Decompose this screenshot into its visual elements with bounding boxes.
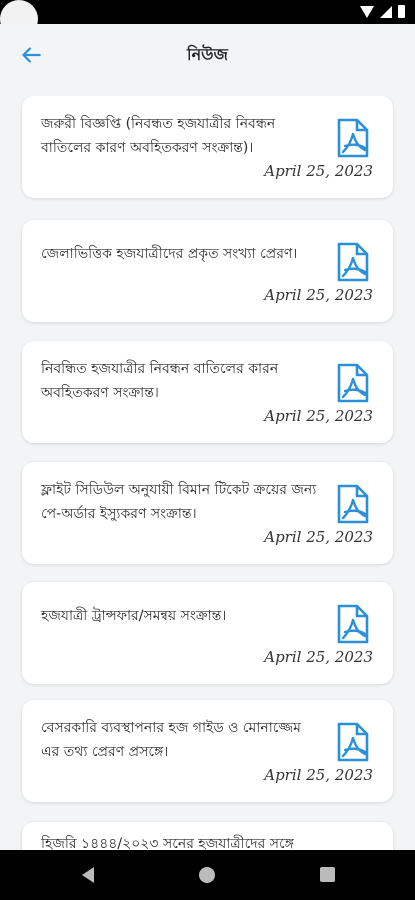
news-date: April 25, 2023 xyxy=(264,648,373,666)
news-title: ফ্লাইট সিডিউল অনুযায়ী বিমান টিকেট ক্রয়… xyxy=(41,482,317,522)
pdf-file-icon[interactable] xyxy=(333,361,373,405)
news-title: নিবন্ধিত হজযাত্রীর নিবন্ধন বাতিলের কারন … xyxy=(41,361,279,401)
status-icons xyxy=(360,5,405,18)
news-card[interactable]: হজযাত্রী ট্রান্সফার/সমন্বয় সংক্রান্ত। A… xyxy=(22,582,393,684)
news-date: April 25, 2023 xyxy=(264,766,373,784)
news-title: বেসরকারি ব্যবস্থাপনার হজ গাইড ও মোনাজ্জে… xyxy=(41,720,301,760)
nav-back-icon[interactable] xyxy=(82,867,94,883)
app-bar: নিউজ xyxy=(0,24,415,84)
news-date: April 25, 2023 xyxy=(264,286,373,304)
news-title: হিজরি ১৪৪৪/২০২৩ সনের হজযাত্রীদের সঙ্গে xyxy=(41,836,294,850)
news-card[interactable]: জেলাভিত্তিক হজযাত্রীদের প্রকৃত সংখ্যা প্… xyxy=(22,220,393,322)
news-date: April 25, 2023 xyxy=(264,528,373,546)
pdf-file-icon[interactable] xyxy=(333,482,373,526)
news-date: April 25, 2023 xyxy=(264,407,373,425)
news-list[interactable]: জরুরী বিজ্ঞপ্তি (নিবন্ধত হজযাত্রীর নিবন্… xyxy=(0,96,415,850)
nav-home-icon[interactable] xyxy=(199,867,215,883)
page-title: নিউজ xyxy=(187,45,228,64)
news-card[interactable]: বেসরকারি ব্যবস্থাপনার হজ গাইড ও মোনাজ্জে… xyxy=(22,700,393,802)
signal-icon xyxy=(380,5,392,18)
news-title: হজযাত্রী ট্রান্সফার/সমন্বয় সংক্রান্ত। xyxy=(41,608,227,624)
wifi-icon xyxy=(360,5,374,18)
pdf-file-icon[interactable] xyxy=(333,602,373,646)
news-card[interactable]: হিজরি ১৪৪৪/২০২৩ সনের হজযাত্রীদের সঙ্গে xyxy=(22,822,393,850)
battery-icon xyxy=(398,5,405,18)
nav-recents-icon[interactable] xyxy=(320,867,335,882)
news-card[interactable]: ফ্লাইট সিডিউল অনুযায়ী বিমান টিকেট ক্রয়… xyxy=(22,462,393,564)
pdf-file-icon[interactable] xyxy=(333,116,373,160)
news-date: April 25, 2023 xyxy=(264,162,373,180)
news-card[interactable]: নিবন্ধিত হজযাত্রীর নিবন্ধন বাতিলের কারন … xyxy=(22,341,393,443)
news-card[interactable]: জরুরী বিজ্ঞপ্তি (নিবন্ধত হজযাত্রীর নিবন্… xyxy=(22,96,393,198)
status-bar xyxy=(0,0,415,38)
system-nav-bar xyxy=(0,850,415,900)
pdf-file-icon[interactable] xyxy=(333,720,373,764)
pdf-file-icon[interactable] xyxy=(333,240,373,284)
news-title: জরুরী বিজ্ঞপ্তি (নিবন্ধত হজযাত্রীর নিবন্… xyxy=(41,116,276,156)
news-title: জেলাভিত্তিক হজযাত্রীদের প্রকৃত সংখ্যা প্… xyxy=(41,246,298,262)
